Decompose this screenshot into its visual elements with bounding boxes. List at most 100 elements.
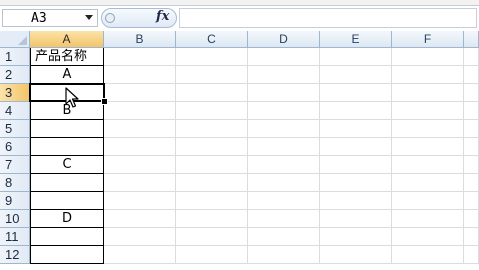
row-header-12[interactable]: 12 [0, 246, 30, 264]
cell-e9[interactable] [320, 192, 392, 210]
cell-a10[interactable]: D [30, 210, 104, 228]
cell-c7[interactable] [176, 156, 248, 174]
cell-d9[interactable] [248, 192, 320, 210]
cell-f9[interactable] [392, 192, 464, 210]
expand-handle-icon[interactable] [105, 13, 115, 23]
cell-f12[interactable] [392, 246, 464, 264]
cell-f10[interactable] [392, 210, 464, 228]
cell-d5[interactable] [248, 120, 320, 138]
cell-a11[interactable] [30, 228, 104, 246]
cell-a9[interactable] [30, 192, 104, 210]
cell-b10[interactable] [104, 210, 176, 228]
cell-c9[interactable] [176, 192, 248, 210]
row-header-6[interactable]: 6 [0, 138, 30, 156]
cell-f2[interactable] [392, 66, 464, 84]
chevron-down-icon[interactable] [85, 15, 93, 20]
column-header-e[interactable]: E [320, 31, 392, 48]
cell-f1[interactable] [392, 48, 464, 66]
cell-b2[interactable] [104, 66, 176, 84]
row-header-9[interactable]: 9 [0, 192, 30, 210]
cell-c11[interactable] [176, 228, 248, 246]
cell-e7[interactable] [320, 156, 392, 174]
cell-b12[interactable] [104, 246, 176, 264]
cell-c6[interactable] [176, 138, 248, 156]
cell-a6[interactable] [30, 138, 104, 156]
row-header-8[interactable]: 8 [0, 174, 30, 192]
name-box[interactable]: A3 [2, 9, 98, 27]
cell-d2[interactable] [248, 66, 320, 84]
cell-e1[interactable] [320, 48, 392, 66]
row-header-1[interactable]: 1 [0, 48, 30, 66]
cell-f5[interactable] [392, 120, 464, 138]
cell-e2[interactable] [320, 66, 392, 84]
cell-b9[interactable] [104, 192, 176, 210]
cell-e8[interactable] [320, 174, 392, 192]
cell-a12[interactable] [30, 246, 104, 264]
cell-d7[interactable] [248, 156, 320, 174]
cell-b5[interactable] [104, 120, 176, 138]
cell-d4[interactable] [248, 102, 320, 120]
cell-c10[interactable] [176, 210, 248, 228]
row-header-11[interactable]: 11 [0, 228, 30, 246]
row-header-2[interactable]: 2 [0, 66, 30, 84]
cell-f6[interactable] [392, 138, 464, 156]
cell-b3[interactable] [104, 84, 176, 102]
row-header-5[interactable]: 5 [0, 120, 30, 138]
cell-f3[interactable] [392, 84, 464, 102]
cell-b4[interactable] [104, 102, 176, 120]
column-header-b[interactable]: B [104, 31, 176, 48]
cell-a5[interactable] [30, 120, 104, 138]
formula-input[interactable] [179, 8, 477, 28]
cell-a2[interactable]: A [30, 66, 104, 84]
select-all-button[interactable] [0, 31, 30, 48]
cell-c8[interactable] [176, 174, 248, 192]
cell-filler [464, 120, 479, 138]
cell-d10[interactable] [248, 210, 320, 228]
row-header-3[interactable]: 3 [0, 84, 30, 102]
cell-f7[interactable] [392, 156, 464, 174]
cell-c2[interactable] [176, 66, 248, 84]
cell-b11[interactable] [104, 228, 176, 246]
cell-c4[interactable] [176, 102, 248, 120]
cell-filler [464, 102, 479, 120]
cell-f11[interactable] [392, 228, 464, 246]
column-header-a[interactable]: A [30, 31, 104, 48]
cell-filler [464, 228, 479, 246]
cell-d6[interactable] [248, 138, 320, 156]
cell-f8[interactable] [392, 174, 464, 192]
cell-c5[interactable] [176, 120, 248, 138]
cell-c3[interactable] [176, 84, 248, 102]
cell-c12[interactable] [176, 246, 248, 264]
cell-b8[interactable] [104, 174, 176, 192]
cell-e3[interactable] [320, 84, 392, 102]
cell-d11[interactable] [248, 228, 320, 246]
cell-a7[interactable]: C [30, 156, 104, 174]
column-header-f[interactable]: F [392, 31, 464, 48]
formula-bar: A3 fx [0, 6, 479, 32]
cell-d12[interactable] [248, 246, 320, 264]
cell-e12[interactable] [320, 246, 392, 264]
cell-d3[interactable] [248, 84, 320, 102]
cell-e5[interactable] [320, 120, 392, 138]
cell-e4[interactable] [320, 102, 392, 120]
row-header-10[interactable]: 10 [0, 210, 30, 228]
cell-a8[interactable] [30, 174, 104, 192]
fill-handle[interactable] [101, 98, 108, 105]
row-header-7[interactable]: 7 [0, 156, 30, 174]
row-header-4[interactable]: 4 [0, 102, 30, 120]
column-header-c[interactable]: C [176, 31, 248, 48]
cell-f4[interactable] [392, 102, 464, 120]
cell-b6[interactable] [104, 138, 176, 156]
cell-e6[interactable] [320, 138, 392, 156]
cell-a1[interactable]: 产品名称 [30, 48, 104, 66]
cell-b7[interactable] [104, 156, 176, 174]
cell-b1[interactable] [104, 48, 176, 66]
cell-d1[interactable] [248, 48, 320, 66]
column-header-d[interactable]: D [248, 31, 320, 48]
cell-d8[interactable] [248, 174, 320, 192]
cell-e11[interactable] [320, 228, 392, 246]
name-box-value[interactable]: A3 [31, 11, 47, 26]
cell-c1[interactable] [176, 48, 248, 66]
insert-function-button[interactable]: fx [156, 9, 169, 24]
cell-e10[interactable] [320, 210, 392, 228]
